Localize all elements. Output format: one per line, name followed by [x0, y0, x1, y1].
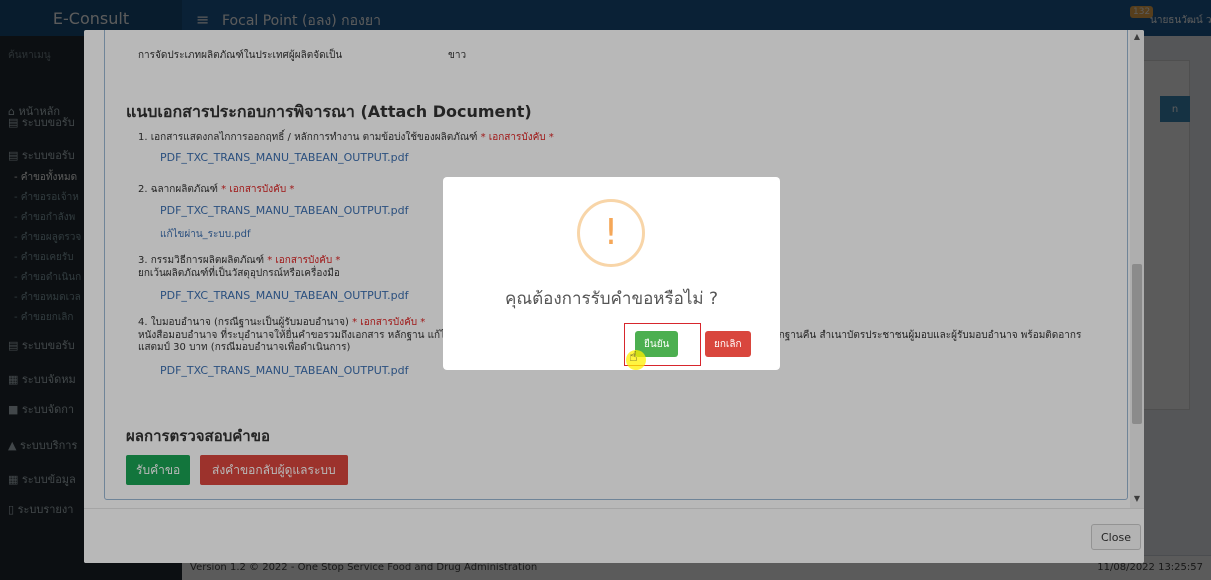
- confirm-question: คุณต้องการรับคำขอหรือไม่ ?: [504, 289, 719, 309]
- hand-cursor-icon: ☝: [629, 349, 638, 365]
- warning-icon: !: [577, 199, 645, 267]
- confirm-cancel-button[interactable]: ยกเลิก: [705, 331, 751, 357]
- confirm-dialog: ! คุณต้องการรับคำขอหรือไม่ ? ยืนยัน ยกเล…: [443, 177, 780, 370]
